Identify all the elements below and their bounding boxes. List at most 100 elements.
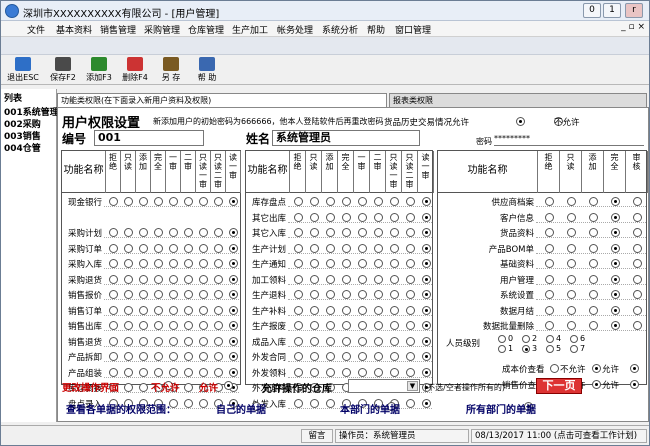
grid3-radio[interactable]: [566, 212, 576, 222]
grid1-radio[interactable]: [184, 398, 193, 408]
warehouse-select[interactable]: ▼: [348, 379, 420, 393]
grid2-radio[interactable]: [405, 290, 415, 299]
grid1-radio[interactable]: [214, 259, 223, 268]
grid3-radio[interactable]: [632, 197, 642, 206]
grid2-radio[interactable]: [341, 228, 351, 237]
grid2-radio[interactable]: [341, 212, 351, 222]
grid2-radio[interactable]: [293, 228, 303, 237]
grid3-radio[interactable]: [632, 259, 642, 268]
id-field[interactable]: 001: [94, 130, 204, 146]
grid1-radio[interactable]: [229, 197, 238, 206]
grid3-radio[interactable]: [566, 274, 576, 284]
grid2-radio[interactable]: [293, 398, 303, 408]
level-radio[interactable]: [546, 335, 554, 343]
grid2-radio[interactable]: [405, 259, 415, 268]
grid2-radio[interactable]: [421, 367, 431, 377]
grid1-radio[interactable]: [154, 197, 163, 206]
grid2-radio[interactable]: [373, 212, 383, 222]
grid1-radio[interactable]: [184, 228, 193, 237]
cost-extra-radio[interactable]: [630, 364, 639, 373]
grid1-radio[interactable]: [199, 274, 208, 284]
grid1-radio[interactable]: [214, 367, 223, 377]
grid2-radio[interactable]: [293, 321, 303, 330]
grid3-radio[interactable]: [588, 197, 598, 206]
grid2-radio[interactable]: [373, 228, 383, 237]
grid1-radio[interactable]: [199, 336, 208, 346]
grid2-radio[interactable]: [373, 259, 383, 268]
grid1-radio[interactable]: [214, 290, 223, 299]
grid3-radio[interactable]: [588, 212, 598, 222]
grid2-radio[interactable]: [389, 290, 399, 299]
grid3-radio[interactable]: [610, 259, 620, 268]
grid2-radio[interactable]: [341, 305, 351, 315]
grid1-radio[interactable]: [109, 352, 118, 361]
grid2-radio[interactable]: [357, 305, 367, 315]
grid1-radio[interactable]: [184, 259, 193, 268]
grid2-radio[interactable]: [325, 212, 335, 222]
grid2-radio[interactable]: [357, 352, 367, 361]
grid2-radio[interactable]: [389, 274, 399, 284]
grid2-radio[interactable]: [405, 398, 415, 408]
grid2-radio[interactable]: [405, 305, 415, 315]
grid3-radio[interactable]: [544, 212, 554, 222]
grid2-radio[interactable]: [357, 367, 367, 377]
grid2-radio[interactable]: [405, 336, 415, 346]
grid1-radio[interactable]: [169, 305, 178, 315]
grid2-radio[interactable]: [341, 290, 351, 299]
grid1-radio[interactable]: [124, 243, 133, 253]
grid3-radio[interactable]: [544, 290, 554, 299]
grid1-radio[interactable]: [169, 259, 178, 268]
grid1-radio[interactable]: [169, 336, 178, 346]
grid3-radio[interactable]: [610, 290, 620, 299]
grid2-radio[interactable]: [389, 259, 399, 268]
grid2-radio[interactable]: [357, 243, 367, 253]
grid2-radio[interactable]: [389, 228, 399, 237]
cost-allow-radio[interactable]: [592, 364, 601, 373]
grid2-radio[interactable]: [309, 243, 319, 253]
grid2-radio[interactable]: [405, 243, 415, 253]
grid1-radio[interactable]: [184, 274, 193, 284]
grid2-radio[interactable]: [405, 274, 415, 284]
close-button[interactable]: r: [625, 3, 643, 18]
grid1-radio[interactable]: [169, 290, 178, 299]
grid3-radio[interactable]: [632, 305, 642, 315]
grid2-radio[interactable]: [309, 305, 319, 315]
grid2-radio[interactable]: [421, 212, 431, 222]
grid2-radio[interactable]: [341, 259, 351, 268]
grid1-radio[interactable]: [139, 383, 148, 392]
grid1-radio[interactable]: [229, 367, 238, 377]
grid2-radio[interactable]: [325, 197, 335, 206]
modify-ui-allow-radio[interactable]: [223, 381, 233, 390]
grid1-radio[interactable]: [139, 352, 148, 361]
grid1-radio[interactable]: [199, 243, 208, 253]
grid1-radio[interactable]: [214, 243, 223, 253]
grid2-radio[interactable]: [421, 197, 431, 206]
level-radio[interactable]: [570, 335, 578, 343]
name-field[interactable]: 系统管理员: [272, 130, 420, 146]
grid1-radio[interactable]: [124, 383, 133, 392]
grid2-radio[interactable]: [309, 352, 319, 361]
grid2-radio[interactable]: [309, 274, 319, 284]
grid1-radio[interactable]: [229, 321, 238, 330]
grid3-radio[interactable]: [544, 197, 554, 206]
grid2-radio[interactable]: [405, 367, 415, 377]
grid3-radio[interactable]: [610, 305, 620, 315]
grid2-radio[interactable]: [421, 290, 431, 299]
grid1-radio[interactable]: [109, 290, 118, 299]
grid2-radio[interactable]: [373, 336, 383, 346]
grid1-radio[interactable]: [124, 367, 133, 377]
grid2-radio[interactable]: [341, 243, 351, 253]
datetime-status[interactable]: 08/13/2017 11:00 (点击可查看工作计划): [471, 429, 647, 443]
grid3-radio[interactable]: [566, 321, 576, 330]
grid3-radio[interactable]: [566, 305, 576, 315]
grid3-radio[interactable]: [544, 274, 554, 284]
grid2-radio[interactable]: [389, 352, 399, 361]
grid3-radio[interactable]: [632, 228, 642, 237]
grid1-radio[interactable]: [184, 367, 193, 377]
grid3-radio[interactable]: [610, 197, 620, 206]
grid1-radio[interactable]: [214, 197, 223, 206]
grid1-radio[interactable]: [184, 305, 193, 315]
grid1-radio[interactable]: [154, 228, 163, 237]
grid1-radio[interactable]: [184, 290, 193, 299]
grid1-radio[interactable]: [124, 259, 133, 268]
